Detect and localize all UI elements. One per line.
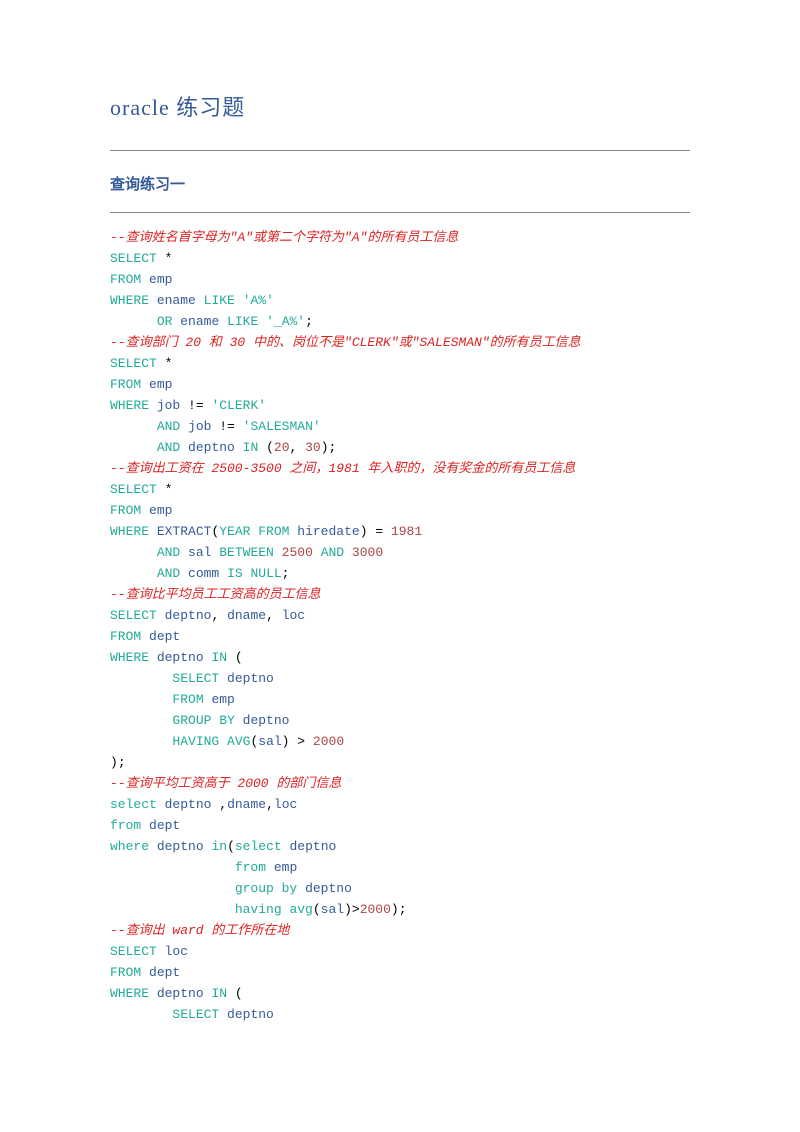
divider — [110, 212, 690, 213]
page-title: oracle 练习题 — [110, 90, 690, 122]
section-heading: 查询练习一 — [110, 173, 690, 194]
sql-comment: --查询出 ward 的工作所在地 — [110, 923, 289, 938]
sql-comment: --查询比平均员工工资高的员工信息 — [110, 587, 321, 602]
code-block: --查询姓名首字母为"A"或第二个字符为"A"的所有员工信息 SELECT * … — [110, 227, 690, 1025]
sql-comment: --查询出工资在 2500-3500 之间，1981 年入职的，没有奖金的所有员… — [110, 461, 575, 476]
divider — [110, 150, 690, 151]
sql-comment: --查询平均工资高于 2000 的部门信息 — [110, 776, 341, 791]
sql-comment: --查询部门 20 和 30 中的、岗位不是"CLERK"或"SALESMAN"… — [110, 335, 581, 350]
document-page: oracle 练习题 查询练习一 --查询姓名首字母为"A"或第二个字符为"A"… — [0, 0, 800, 1065]
sql-comment: --查询姓名首字母为"A"或第二个字符为"A"的所有员工信息 — [110, 230, 458, 245]
